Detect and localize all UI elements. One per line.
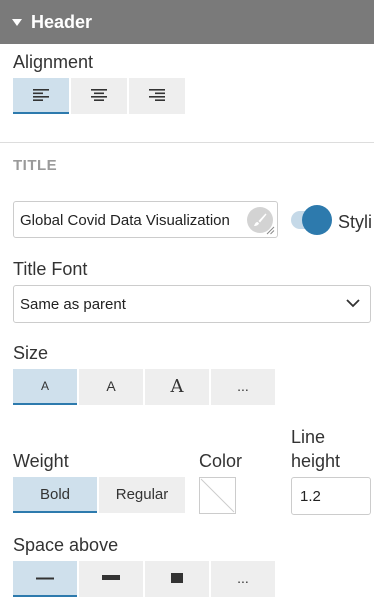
weight-button-group: Bold Regular xyxy=(13,477,185,513)
space-small-button[interactable] xyxy=(13,561,77,597)
size-label: Size xyxy=(13,343,49,363)
styling-toggle-label: Styli xyxy=(338,212,373,232)
space-medium-icon xyxy=(102,575,120,580)
alignment-label: Alignment xyxy=(13,52,94,72)
header-section-toggle[interactable]: Header xyxy=(0,0,374,44)
space-medium-button[interactable] xyxy=(79,561,143,597)
styling-toggle-knob[interactable] xyxy=(302,205,332,235)
color-swatch[interactable] xyxy=(199,477,236,514)
chevron-down-icon xyxy=(346,299,360,308)
title-input[interactable]: Global Covid Data Visualization xyxy=(13,201,278,238)
space-more-button[interactable]: ... xyxy=(211,561,275,597)
resize-grip-icon[interactable] xyxy=(266,226,275,235)
align-left-button[interactable] xyxy=(13,78,69,114)
section-title: Header xyxy=(31,11,93,32)
space-large-icon xyxy=(171,573,183,583)
size-button-group: A A A ... xyxy=(13,369,275,405)
weight-label: Weight xyxy=(13,451,69,471)
line-height-label-line1: Line xyxy=(291,427,326,447)
color-label: Color xyxy=(199,451,243,471)
align-left-icon xyxy=(33,89,49,101)
align-right-button[interactable] xyxy=(129,78,185,114)
space-small-icon xyxy=(36,577,54,580)
weight-regular-button[interactable]: Regular xyxy=(99,477,185,513)
size-small-button[interactable]: A xyxy=(13,369,77,405)
divider xyxy=(0,142,374,143)
title-font-selected: Same as parent xyxy=(20,296,126,313)
space-above-button-group: ... xyxy=(13,561,275,597)
no-color-icon xyxy=(200,478,235,513)
size-medium-button[interactable]: A xyxy=(79,369,143,405)
weight-bold-button[interactable]: Bold xyxy=(13,477,97,513)
align-right-icon xyxy=(149,89,165,101)
title-font-label: Title Font xyxy=(13,259,88,279)
alignment-button-group xyxy=(13,78,185,114)
size-large-button[interactable]: A xyxy=(145,369,209,405)
align-center-icon xyxy=(91,89,107,101)
line-height-label-line2: height xyxy=(291,451,341,471)
caret-down-icon xyxy=(12,18,22,26)
title-font-select[interactable]: Same as parent xyxy=(13,285,371,323)
space-large-button[interactable] xyxy=(145,561,209,597)
align-center-button[interactable] xyxy=(71,78,127,114)
size-more-button[interactable]: ... xyxy=(211,369,275,405)
space-above-label: Space above xyxy=(13,535,119,555)
line-height-input[interactable]: 1.2 xyxy=(291,477,371,515)
title-section-heading: TITLE xyxy=(13,157,58,174)
